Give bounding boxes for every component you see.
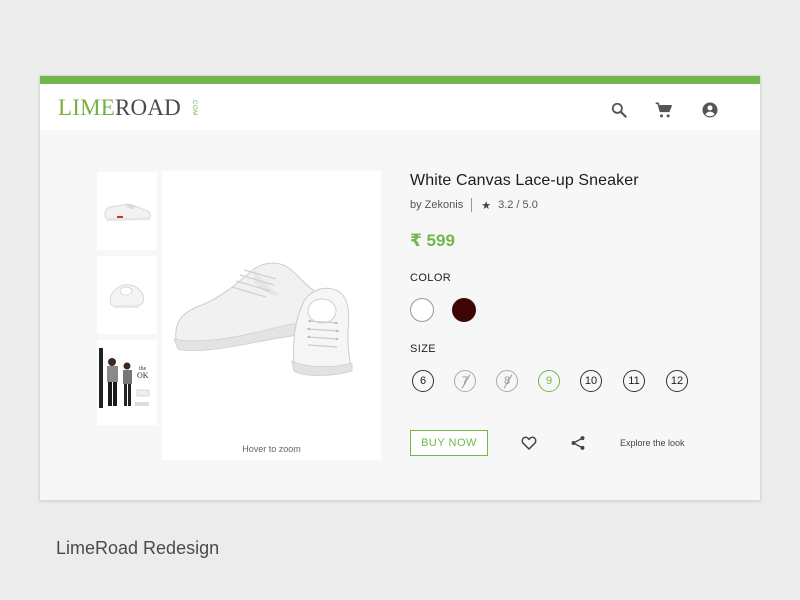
cart-icon[interactable]: [654, 100, 674, 120]
product-brand[interactable]: by Zekonis: [410, 199, 463, 211]
star-icon: ★: [481, 199, 492, 212]
divider: [471, 198, 473, 212]
logo-com: .COM: [191, 98, 197, 116]
product-image[interactable]: Hover to zoom: [162, 171, 381, 460]
color-label: COLOR: [410, 272, 452, 284]
size-label: SIZE: [410, 343, 437, 355]
search-icon[interactable]: [609, 100, 629, 120]
size-option-11[interactable]: 11: [623, 370, 645, 392]
accent-bar: [40, 76, 760, 84]
app-window: LIME ROAD .COM the OK Hover to zoom Whit…: [40, 76, 760, 500]
header: LIME ROAD .COM: [40, 84, 760, 130]
thumbnail-1[interactable]: [97, 172, 157, 250]
logo[interactable]: LIME ROAD .COM: [58, 95, 205, 120]
svg-text:OK: OK: [137, 371, 149, 380]
color-swatch-maroon[interactable]: [452, 298, 476, 322]
logo-lime: LIME: [58, 95, 116, 120]
product-title: White Canvas Lace-up Sneaker: [410, 172, 639, 189]
heart-icon[interactable]: [520, 434, 538, 452]
size-option-12[interactable]: 12: [666, 370, 688, 392]
logo-road: ROAD: [115, 95, 181, 120]
thumbnail-3[interactable]: the OK: [97, 340, 157, 425]
product-meta: by Zekonis ★ 3.2 / 5.0: [410, 198, 538, 212]
size-option-10[interactable]: 10: [580, 370, 602, 392]
share-icon[interactable]: [569, 434, 587, 452]
size-option-7[interactable]: 7: [454, 370, 476, 392]
zoom-hint: Hover to zoom: [242, 444, 301, 454]
size-option-6[interactable]: 6: [412, 370, 434, 392]
size-option-8[interactable]: 8: [496, 370, 518, 392]
thumbnail-2[interactable]: [97, 256, 157, 334]
buy-now-button[interactable]: BUY NOW: [410, 430, 488, 456]
product-rating: 3.2 / 5.0: [498, 199, 538, 211]
explore-the-look-link[interactable]: Explore the look: [620, 438, 685, 448]
account-icon[interactable]: [700, 100, 720, 120]
color-swatch-white[interactable]: [410, 298, 434, 322]
size-option-9[interactable]: 9: [538, 370, 560, 392]
caption: LimeRoad Redesign: [56, 538, 220, 558]
product-price: ₹ 599: [410, 231, 455, 250]
